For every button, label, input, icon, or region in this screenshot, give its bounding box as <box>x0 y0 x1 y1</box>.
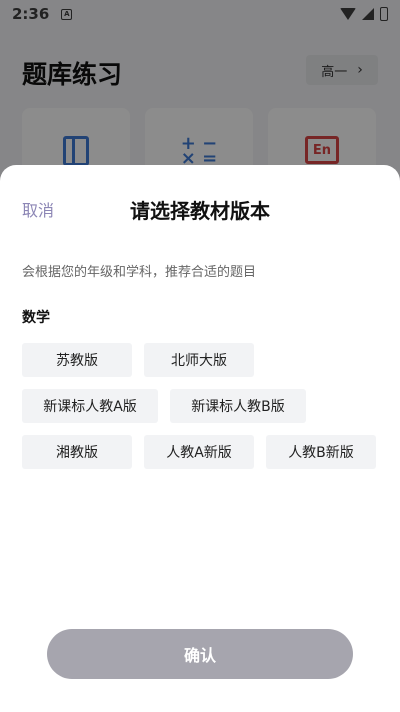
version-option[interactable]: 湘教版 <box>22 435 132 469</box>
sheet-title: 请选择教材版本 <box>130 199 270 223</box>
version-options: 苏教版 北师大版 新课标人教A版 新课标人教B版 湘教版 人教A新版 人教B新版 <box>22 343 392 481</box>
sheet-header: 请选择教材版本 取消 <box>0 195 400 223</box>
signal-icon <box>362 8 374 20</box>
subject-label: 数学 <box>22 310 50 326</box>
version-option[interactable]: 人教B新版 <box>266 435 376 469</box>
version-option[interactable]: 新课标人教B版 <box>170 389 306 423</box>
notification-icon: A <box>61 8 73 20</box>
status-bar: 2:36 A <box>0 0 400 28</box>
version-option[interactable]: 人教A新版 <box>144 435 254 469</box>
status-time: 2:36 <box>12 5 50 23</box>
cancel-button[interactable]: 取消 <box>22 197 54 221</box>
textbook-version-sheet: 请选择教材版本 取消 会根据您的年级和学科，推荐合适的题目 数学 苏教版 北师大… <box>0 165 400 712</box>
version-option[interactable]: 苏教版 <box>22 343 132 377</box>
confirm-button[interactable]: 确认 <box>47 629 353 679</box>
battery-icon <box>380 7 388 21</box>
version-option[interactable]: 北师大版 <box>144 343 254 377</box>
wifi-icon <box>340 8 356 20</box>
sheet-hint: 会根据您的年级和学科，推荐合适的题目 <box>22 265 257 280</box>
version-option[interactable]: 新课标人教A版 <box>22 389 158 423</box>
